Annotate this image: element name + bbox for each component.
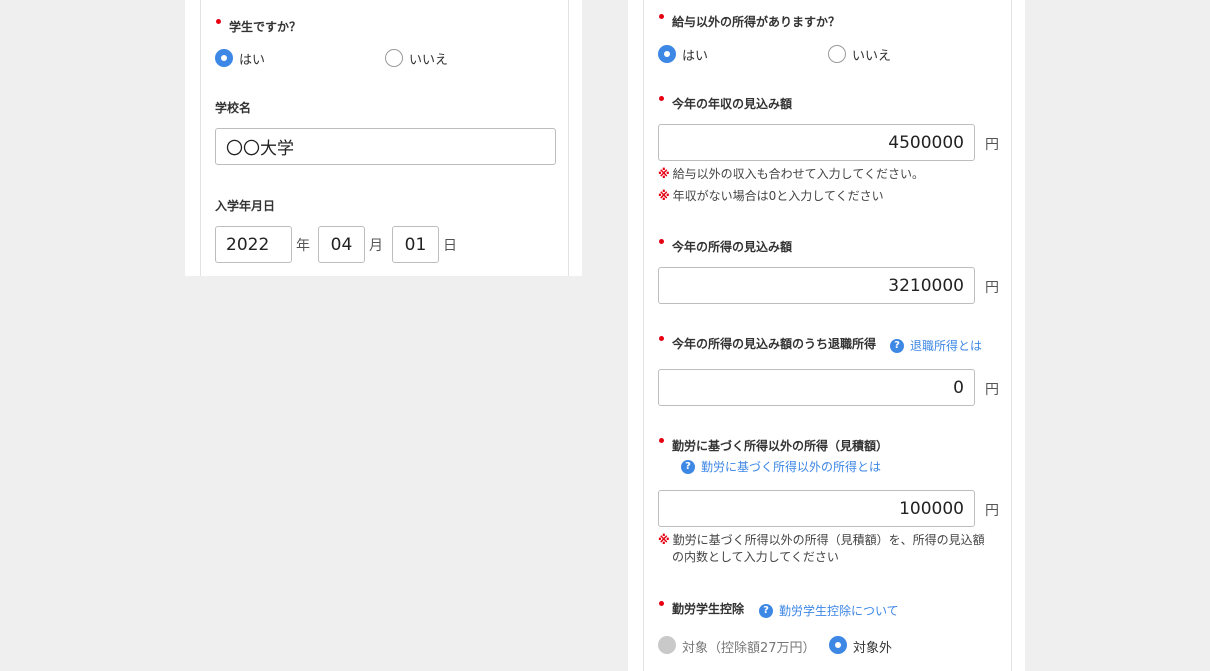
annual-income-input[interactable]: 4500000 [658, 124, 975, 161]
other-income-no-radio[interactable] [828, 45, 846, 63]
required-marker [659, 336, 664, 341]
working-student-deduction-label: 勤労学生控除 [672, 602, 745, 616]
deduction-eligible-radio[interactable] [658, 636, 676, 654]
retirement-income-help-link[interactable]: ? 退職所得とは [890, 337, 982, 354]
day-unit-label: 日 [443, 238, 457, 254]
help-link-text[interactable]: 勤労に基づく所得以外の所得とは [701, 458, 881, 475]
annual-income-unit: 円 [985, 137, 999, 153]
non-work-income-help-link[interactable]: ? 勤労に基づく所得以外の所得とは [681, 458, 881, 475]
question-icon: ? [759, 603, 773, 618]
student-yes-radio[interactable] [215, 49, 233, 67]
deduction-eligible-label[interactable]: 対象（控除額27万円） [682, 637, 816, 656]
student-no-label[interactable]: いいえ [409, 49, 448, 68]
student-info-panel: 学生ですか？ はい いいえ 学校名 〇〇大学 入学年月日 2022 年 04 月… [185, 0, 582, 276]
working-student-deduction-help-link[interactable]: ? 勤労学生控除について [759, 602, 899, 619]
annual-income-note-2: ※ 年収がない場合は0と入力してください [658, 188, 884, 205]
annual-income-note-1: ※ 給与以外の収入も合わせて入力してください。 [658, 166, 924, 183]
required-marker [659, 601, 664, 606]
question-icon: ? [890, 338, 904, 353]
deduction-not-eligible-label[interactable]: 対象外 [853, 637, 892, 656]
annual-earnings-unit: 円 [985, 280, 999, 296]
income-info-card: 給与以外の所得がありますか？ はい いいえ 今年の年収の見込み額 4500000… [643, 0, 1012, 671]
retirement-income-unit: 円 [985, 382, 999, 398]
question-icon: ? [681, 459, 695, 474]
other-income-no-label[interactable]: いいえ [852, 45, 891, 64]
enrollment-month-input[interactable]: 04 [318, 226, 365, 263]
required-marker [216, 19, 221, 24]
note-text-line-2: の内数として入力してください [672, 550, 839, 564]
non-work-income-input[interactable]: 100000 [658, 490, 975, 527]
annual-earnings-input[interactable]: 3210000 [658, 267, 975, 304]
income-info-panel: 給与以外の所得がありますか？ はい いいえ 今年の年収の見込み額 4500000… [628, 0, 1025, 671]
non-work-income-label: 勤労に基づく所得以外の所得（見積額） [672, 439, 889, 453]
student-info-card: 学生ですか？ はい いいえ 学校名 〇〇大学 入学年月日 2022 年 04 月… [200, 0, 569, 276]
required-marker [659, 239, 664, 244]
note-text: 給与以外の収入も合わせて入力してください。 [672, 167, 924, 181]
note-mark: ※ [658, 189, 670, 203]
enrollment-day-input[interactable]: 01 [392, 226, 439, 263]
note-text-line-1: 勤労に基づく所得以外の所得（見積額）を、所得の見込額 [672, 533, 985, 547]
year-unit-label: 年 [296, 238, 310, 254]
student-question-label: 学生ですか？ [229, 20, 302, 34]
annual-earnings-label: 今年の所得の見込み額 [672, 240, 793, 254]
annual-income-label: 今年の年収の見込み額 [672, 97, 793, 111]
school-name-label: 学校名 [215, 101, 252, 115]
student-yes-label[interactable]: はい [239, 49, 265, 68]
note-mark: ※ [658, 167, 670, 181]
other-income-yes-radio[interactable] [658, 45, 676, 63]
note-mark: ※ [658, 533, 670, 547]
enrollment-year-input[interactable]: 2022 [215, 226, 292, 263]
enrollment-date-label: 入学年月日 [215, 199, 276, 213]
other-income-yes-label[interactable]: はい [682, 45, 708, 64]
retirement-income-input[interactable]: 0 [658, 369, 975, 406]
retirement-income-label: 今年の所得の見込み額のうち退職所得 [672, 337, 877, 351]
student-no-radio[interactable] [385, 49, 403, 67]
other-income-question-label: 給与以外の所得がありますか？ [672, 15, 841, 29]
help-link-text[interactable]: 退職所得とは [910, 337, 982, 354]
required-marker [659, 14, 664, 19]
note-text: 年収がない場合は0と入力してください [672, 189, 884, 203]
non-work-income-note: ※ 勤労に基づく所得以外の所得（見積額）を、所得の見込額 の内数として入力してくだ… [658, 532, 985, 566]
deduction-not-eligible-radio[interactable] [829, 636, 847, 654]
month-unit-label: 月 [369, 238, 383, 254]
required-marker [659, 96, 664, 101]
required-marker [659, 438, 664, 443]
school-name-input[interactable]: 〇〇大学 [215, 128, 556, 165]
help-link-text[interactable]: 勤労学生控除について [779, 602, 899, 619]
non-work-income-unit: 円 [985, 503, 999, 519]
